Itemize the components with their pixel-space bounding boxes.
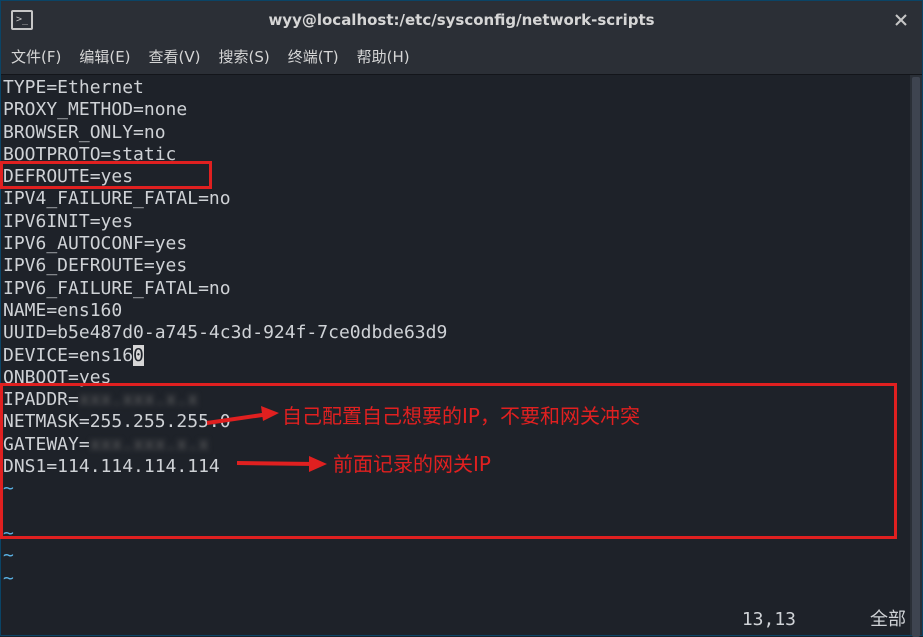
- file-line: TYPE=Ethernet: [3, 77, 920, 99]
- empty-line: [3, 501, 920, 523]
- file-line: IPADDR=xxx.xxx.x.x: [3, 389, 920, 411]
- file-line: PROXY_METHOD=none: [3, 99, 920, 121]
- file-line: IPV6INIT=yes: [3, 211, 920, 233]
- vim-statusbar: 13,13 全部: [1, 609, 916, 631]
- obscured-ip-value: xxx.xxx.x.x: [79, 389, 198, 410]
- file-line: DNS1=114.114.114.114: [3, 456, 920, 478]
- scrollbar[interactable]: [910, 75, 922, 635]
- file-line: DEFROUTE=yes: [3, 166, 920, 188]
- file-line: BOOTPROTO=static: [3, 144, 920, 166]
- file-line: BROWSER_ONLY=no: [3, 122, 920, 144]
- empty-line-tilde: ~: [3, 568, 920, 590]
- file-line: IPV6_AUTOCONF=yes: [3, 233, 920, 255]
- file-line: DEVICE=ens160: [3, 345, 920, 367]
- menu-terminal[interactable]: 终端(T): [288, 46, 339, 67]
- view-extent: 全部: [870, 609, 906, 631]
- file-line: NAME=ens160: [3, 300, 920, 322]
- titlebar: >_ wyy@localhost:/etc/sysconfig/network-…: [1, 1, 922, 39]
- empty-line-tilde: ~: [3, 545, 920, 567]
- menu-edit[interactable]: 编辑(E): [79, 46, 130, 67]
- obscured-gateway-value: xxx.xxx.x.x: [90, 434, 209, 455]
- vim-cursor: 0: [133, 345, 144, 366]
- menu-file[interactable]: 文件(F): [11, 46, 61, 67]
- file-line: IPV6_FAILURE_FATAL=no: [3, 278, 920, 300]
- file-line: NETMASK=255.255.255.0: [3, 411, 920, 433]
- file-line: ONBOOT=yes: [3, 367, 920, 389]
- empty-line-tilde: ~: [3, 478, 920, 500]
- scrollbar-thumb[interactable]: [912, 77, 920, 637]
- menu-help[interactable]: 帮助(H): [357, 46, 410, 67]
- close-icon: [895, 14, 907, 26]
- file-line: GATEWAY=xxx.xxx.x.x: [3, 434, 920, 456]
- terminal-app-icon: >_: [11, 10, 33, 30]
- cursor-position: 13,13: [742, 609, 796, 631]
- window-title: wyy@localhost:/etc/sysconfig/network-scr…: [1, 11, 922, 29]
- menu-search[interactable]: 搜索(S): [219, 46, 270, 67]
- file-line: IPV6_DEFROUTE=yes: [3, 255, 920, 277]
- empty-line-tilde: ~: [3, 523, 920, 545]
- menubar: 文件(F) 编辑(E) 查看(V) 搜索(S) 终端(T) 帮助(H): [1, 39, 922, 75]
- terminal-area[interactable]: TYPE=Ethernet PROXY_METHOD=none BROWSER_…: [1, 75, 922, 635]
- menu-view[interactable]: 查看(V): [149, 46, 201, 67]
- file-line: IPV4_FAILURE_FATAL=no: [3, 188, 920, 210]
- close-button[interactable]: [890, 9, 912, 31]
- file-line: UUID=b5e487d0-a745-4c3d-924f-7ce0dbde63d…: [3, 322, 920, 344]
